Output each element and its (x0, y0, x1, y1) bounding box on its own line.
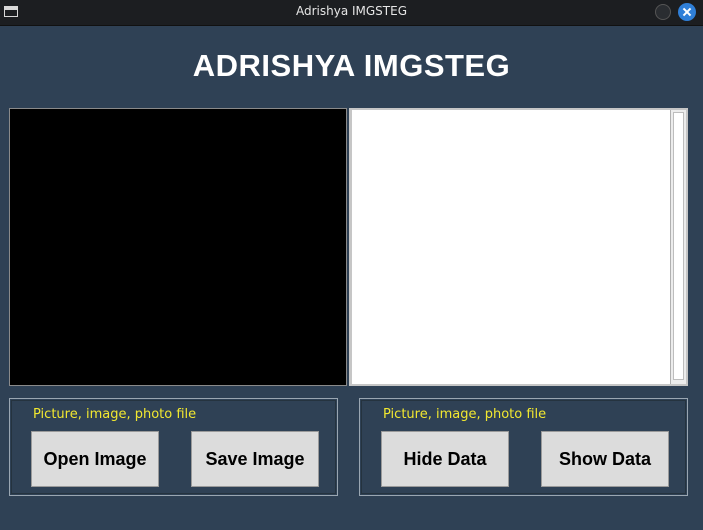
show-data-button[interactable]: Show Data (541, 431, 669, 487)
group-label: Picture, image, photo file (383, 407, 547, 422)
data-text-area[interactable] (349, 108, 688, 386)
image-preview-canvas (9, 108, 347, 386)
title-bar[interactable]: Adrishya IMGSTEG (0, 0, 703, 26)
close-icon[interactable] (678, 3, 696, 21)
scrollbar-thumb[interactable] (673, 112, 684, 380)
open-image-button[interactable]: Open Image (31, 431, 159, 487)
hide-data-button[interactable]: Hide Data (381, 431, 509, 487)
save-image-button[interactable]: Save Image (191, 431, 319, 487)
window-title: Adrishya IMGSTEG (295, 4, 408, 18)
minimize-icon[interactable] (655, 4, 671, 20)
page-title: ADRISHYA IMGSTEG (192, 48, 511, 83)
group-label: Picture, image, photo file (33, 407, 197, 422)
image-file-group: Picture, image, photo file Open Image Sa… (9, 398, 338, 496)
data-actions-group: Picture, image, photo file Hide Data Sho… (359, 398, 688, 496)
app-window: Adrishya IMGSTEG ADRISHYA IMGSTEG Pictur… (0, 0, 703, 530)
text-area-scrollbar[interactable] (670, 110, 686, 384)
